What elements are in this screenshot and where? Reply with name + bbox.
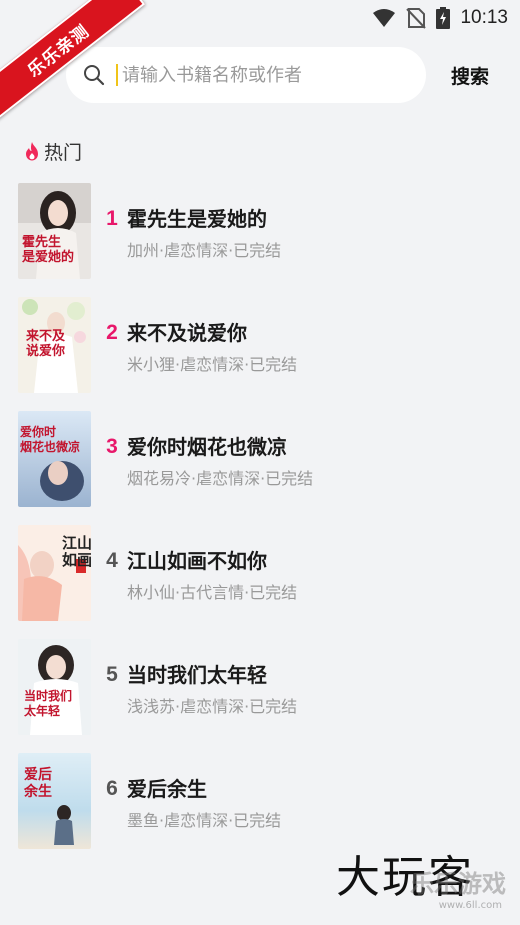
rank-number: 2 (106, 321, 118, 344)
book-cover[interactable]: 江山 如画 (18, 525, 91, 621)
book-title: 爱你时烟花也微凉 (127, 435, 287, 459)
book-meta: 米小狸·虐恋情深·已完结 (127, 355, 298, 374)
book-title: 江山如画不如你 (127, 549, 267, 573)
rank-number: 5 (106, 663, 118, 686)
cover-title: 霍先生 是爱她的 (22, 235, 75, 265)
book-cover[interactable]: 来不及 说爱你 (18, 297, 91, 393)
book-cover[interactable]: 爱后 余生 (18, 753, 91, 849)
book-item[interactable]: 当时我们 太年轻 5 当时我们太年轻 浅浅苏·虐恋情深·已完结 (18, 639, 498, 735)
no-sim-icon (406, 8, 427, 29)
book-item[interactable]: 霍先生 是爱她的 1 霍先生是爱她的 加州·虐恋情深·已完结 (18, 183, 498, 279)
book-meta: 加州·虐恋情深·已完结 (127, 241, 282, 260)
watermark-url: www.6ll.com (438, 900, 502, 911)
book-title: 来不及说爱你 (127, 321, 247, 345)
status-time: 10:13 (460, 7, 508, 28)
book-title: 爱后余生 (127, 777, 207, 801)
cover-title: 爱你时 烟花也微凉 (20, 425, 81, 454)
search-icon (82, 63, 106, 87)
rank-number: 1 (106, 207, 118, 230)
book-cover[interactable]: 当时我们 太年轻 (18, 639, 91, 735)
book-title: 霍先生是爱她的 (127, 207, 267, 231)
wifi-icon (373, 9, 396, 27)
battery-charging-icon (436, 7, 451, 29)
status-icons: 10:13 (372, 6, 508, 30)
search-input[interactable] (120, 63, 414, 87)
hot-section-header: 热门 (24, 137, 82, 165)
cover-title: 当时我们 太年轻 (24, 689, 73, 718)
rank-number: 6 (106, 777, 118, 800)
book-item[interactable]: 爱你时 烟花也微凉 3 爱你时烟花也微凉 烟花易冷·虐恋情深·已完结 (18, 411, 498, 507)
book-cover[interactable]: 霍先生 是爱她的 (18, 183, 91, 279)
fire-icon (26, 142, 38, 161)
search-box[interactable] (66, 47, 426, 103)
book-meta: 浅浅苏·虐恋情深·已完结 (127, 697, 298, 716)
watermark-sub: 乐乐游戏 (410, 870, 506, 898)
rank-number: 4 (106, 549, 118, 572)
book-meta: 烟花易冷·虐恋情深·已完结 (127, 469, 314, 488)
cover-title: 来不及 说爱你 (26, 329, 66, 359)
book-item[interactable]: 来不及 说爱你 2 来不及说爱你 米小狸·虐恋情深·已完结 (18, 297, 498, 393)
rank-number: 3 (106, 435, 118, 458)
cover-title: 江山 如画 (62, 534, 91, 569)
book-cover[interactable]: 爱你时 烟花也微凉 (18, 411, 91, 507)
hot-section-title: 热门 (44, 141, 83, 164)
cover-title: 爱后 余生 (24, 767, 52, 800)
search-button[interactable]: 搜索 (440, 58, 500, 92)
book-item[interactable]: 江山 如画 4 江山如画不如你 林小仙·古代言情·已完结 (18, 525, 498, 621)
text-caret (116, 64, 118, 86)
book-title: 当时我们太年轻 (127, 663, 267, 687)
watermark: 大玩客 乐乐游戏 www.6ll.com (336, 841, 506, 911)
book-item[interactable]: 爱后 余生 6 爱后余生 墨鱼·虐恋情深·已完结 (18, 753, 498, 849)
book-meta: 墨鱼·虐恋情深·已完结 (127, 811, 282, 830)
book-meta: 林小仙·古代言情·已完结 (127, 583, 298, 602)
